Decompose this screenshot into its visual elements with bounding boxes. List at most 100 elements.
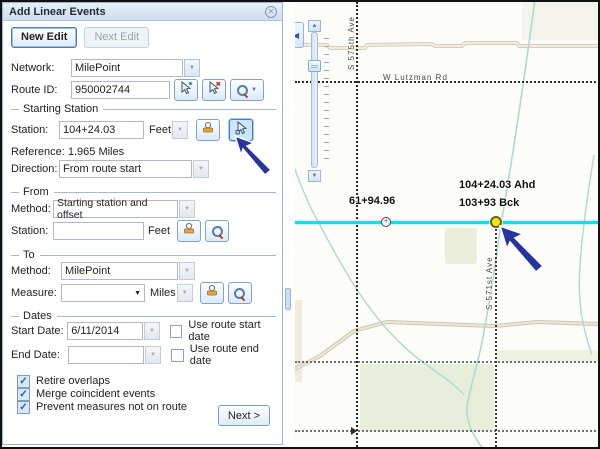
station-from-map-button[interactable] [196, 119, 220, 141]
use-route-end-date-label: Use route end date [190, 343, 282, 367]
select-route-cursor-icon [180, 81, 193, 100]
pick-station-cursor-icon [235, 121, 248, 140]
station-input[interactable] [59, 121, 144, 139]
close-icon[interactable]: ✕ [265, 6, 277, 18]
from-method-dropdown-icon[interactable]: ▼ [179, 200, 195, 218]
use-route-start-date-checkbox[interactable] [170, 325, 183, 338]
route-search-button[interactable]: ▼ [230, 79, 264, 101]
to-method-dropdown-icon[interactable]: ▼ [179, 262, 195, 280]
direction-combo[interactable]: From route start [59, 160, 192, 178]
app-window: Add Linear Events ✕ New Edit Next Edit N… [0, 0, 600, 449]
zoom-slider-track[interactable] [311, 32, 318, 168]
to-method-row: Method: MilePoint ▼ [3, 261, 282, 281]
from-station-label: Station: [11, 225, 53, 237]
station-circle-marker[interactable]: + [381, 217, 391, 227]
down-arrow-icon: ▼ [312, 173, 318, 179]
measure-unit-dropdown-icon[interactable]: ▼ [177, 284, 193, 302]
from-station-unit-label: Feet [148, 225, 170, 237]
measure-from-map-button[interactable] [200, 282, 224, 304]
collapse-left-icon: ◀ [295, 31, 299, 40]
to-measure-row: Measure: ▼ Miles ▼ [3, 283, 282, 303]
section-line [295, 361, 600, 363]
to-legend-text: To [23, 249, 40, 261]
section-line [295, 430, 600, 432]
from-method-row: Method: Starting station and offset ▼ [3, 199, 282, 219]
zoom-in-button[interactable]: ▲ [308, 20, 321, 32]
station-label-61: 61+94.96 [349, 195, 395, 207]
from-legend-text: From [23, 186, 54, 198]
station-label-104-ahd: 104+24.03 Ahd [459, 179, 535, 191]
from-station-from-map-button[interactable] [177, 220, 201, 242]
add-linear-events-panel: Add Linear Events ✕ New Edit Next Edit N… [2, 2, 283, 445]
pick-station-on-route-button[interactable] [229, 119, 253, 141]
up-arrow-icon: ▲ [312, 23, 318, 29]
road-line-s571st [495, 222, 497, 447]
magnifier-icon [237, 85, 248, 96]
next-edit-button[interactable]: Next Edit [84, 27, 149, 48]
select-route-on-map-button[interactable] [174, 79, 198, 101]
magnifier-icon [212, 226, 223, 237]
start-date-label: Start Date: [11, 325, 67, 337]
station-unit-label: Feet [149, 124, 171, 136]
from-station-search-button[interactable] [205, 220, 229, 242]
start-date-dropdown-icon[interactable]: ▼ [144, 322, 160, 340]
clear-selection-cursor-icon [208, 81, 221, 100]
search-dropdown-icon: ▼ [251, 87, 257, 93]
magnifier-icon [234, 288, 245, 299]
end-date-dropdown-icon[interactable]: ▼ [145, 346, 161, 364]
road-line-s575th [356, 2, 358, 447]
to-method-combo[interactable]: MilePoint [61, 262, 178, 280]
panel-collapse-button[interactable]: ◀ [295, 22, 304, 48]
starting-station-legend: Starting Station [3, 102, 282, 116]
measure-label: Measure: [11, 287, 61, 299]
start-date-input[interactable] [67, 322, 143, 340]
station-unit-dropdown-icon[interactable]: ▼ [172, 121, 188, 139]
measure-combo[interactable]: ▼ [61, 284, 145, 302]
next-button[interactable]: Next > [218, 405, 270, 426]
from-station-input[interactable] [53, 222, 144, 240]
route-id-row: Route ID: ▼ [3, 80, 282, 100]
station-label-103-bck: 103+93 Bck [459, 197, 519, 209]
edit-buttons-row: New Edit Next Edit [3, 27, 282, 47]
to-method-label: Method: [11, 265, 61, 277]
road-label-w-lutzman: W Lutzman Rd [383, 73, 448, 82]
station-tool-icon [205, 284, 219, 302]
splitter-handle[interactable] [285, 288, 291, 310]
picked-station-marker[interactable] [490, 216, 502, 228]
section-line-arrow-icon [351, 427, 357, 435]
end-date-row: End Date: ▼ Use route end date [3, 345, 282, 365]
use-route-end-date-checkbox[interactable] [171, 349, 184, 362]
zoom-slider: ▲ ▼ [308, 20, 334, 184]
start-date-row: Start Date: ▼ Use route start date [3, 321, 282, 341]
panel-title: Add Linear Events [9, 6, 106, 18]
network-combo[interactable]: MilePoint [71, 59, 183, 77]
measure-search-button[interactable] [228, 282, 252, 304]
to-legend: To [3, 248, 282, 262]
direction-row: Direction: From route start ▼ [3, 159, 282, 179]
new-edit-button[interactable]: New Edit [11, 27, 77, 48]
end-date-label: End Date: [11, 349, 68, 361]
prevent-measures-label: Prevent measures not on route [36, 401, 187, 413]
direction-dropdown-icon[interactable]: ▼ [193, 160, 209, 178]
from-method-label: Method: [11, 203, 53, 215]
panel-header: Add Linear Events ✕ [3, 3, 282, 21]
station-label: Station: [11, 124, 59, 136]
network-dropdown-icon[interactable]: ▼ [184, 59, 200, 77]
starting-station-row: Station: Feet ▼ [3, 120, 282, 140]
end-date-input[interactable] [68, 346, 144, 364]
direction-label: Direction: [11, 163, 59, 175]
zoom-slider-thumb[interactable] [308, 60, 321, 72]
station-tool-icon [182, 222, 196, 240]
measure-unit-label: Miles [150, 287, 176, 299]
prevent-measures-checkbox[interactable]: ✓ [17, 401, 30, 414]
use-route-start-date-label: Use route start date [188, 319, 282, 343]
network-row: Network: MilePoint ▼ [3, 58, 282, 78]
measure-dropdown-icon[interactable]: ▼ [134, 290, 141, 297]
zoom-out-button[interactable]: ▼ [308, 170, 321, 182]
map-linework [295, 2, 600, 447]
clear-route-selection-button[interactable] [202, 79, 226, 101]
from-method-combo[interactable]: Starting station and offset [53, 200, 178, 218]
route-id-input[interactable] [71, 81, 170, 99]
road-label-s575th: S 575th Ave [347, 4, 356, 70]
map-canvas[interactable]: S 575th Ave W Lutzman Rd S 571st Ave + 6… [295, 2, 600, 447]
